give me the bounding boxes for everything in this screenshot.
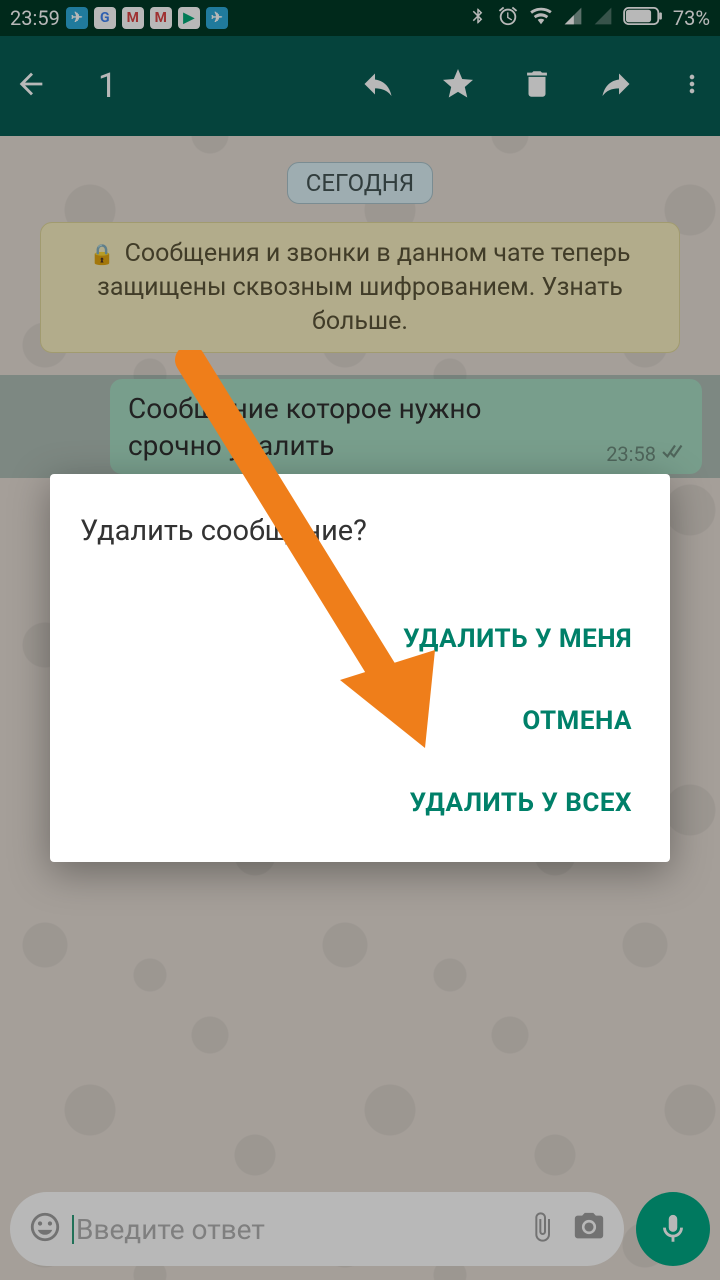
- cancel-button[interactable]: ОТМЕНА: [514, 680, 640, 762]
- dialog-title: Удалить сообщение?: [80, 514, 640, 548]
- delete-dialog: Удалить сообщение? УДАЛИТЬ У МЕНЯ ОТМЕНА…: [50, 474, 670, 862]
- delete-for-all-button[interactable]: УДАЛИТЬ У ВСЕХ: [402, 762, 640, 844]
- delete-for-me-button[interactable]: УДАЛИТЬ У МЕНЯ: [395, 598, 640, 680]
